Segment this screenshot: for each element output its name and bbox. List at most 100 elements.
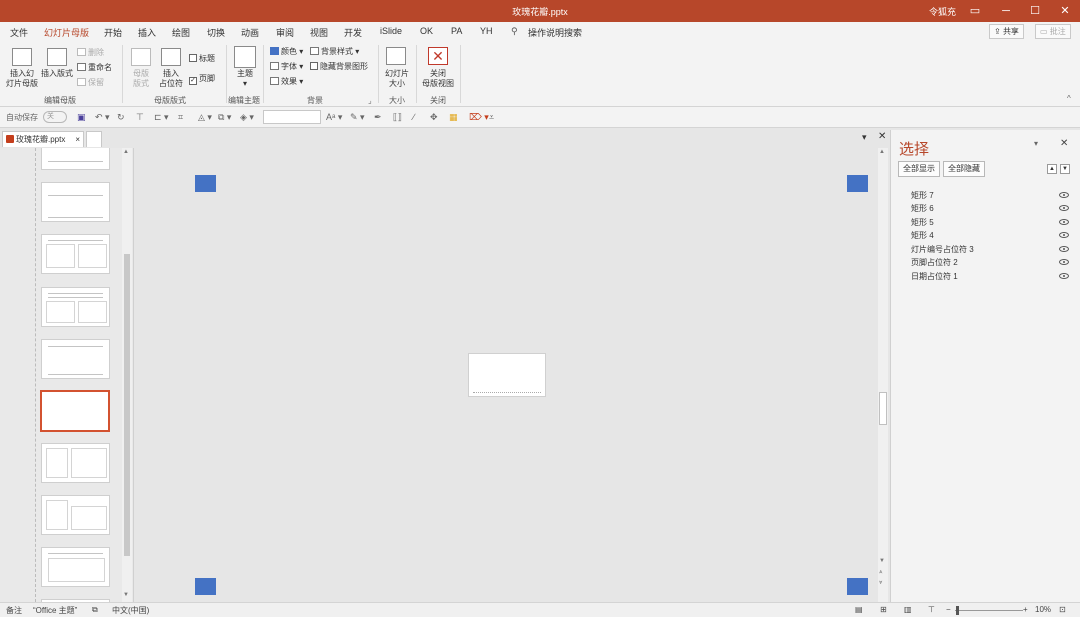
tab-review[interactable]: 审阅 [276,26,294,39]
selection-item[interactable]: 矩形 7 [911,190,934,201]
rectangle-shape-4[interactable] [847,578,868,595]
visibility-eye-icon[interactable] [1059,219,1069,225]
tab-developer[interactable]: 开发 [344,26,362,39]
show-all-button[interactable]: 全部显示 [898,161,940,177]
canvas-scrollbar-thumb[interactable] [879,392,887,425]
search-icon[interactable]: ⚲ [511,26,518,37]
send-backward-icon[interactable]: ▼ [1060,164,1070,174]
tab-home[interactable]: 开始 [104,26,122,39]
share-button[interactable]: ⇪ 共享 [989,24,1024,39]
align-icon[interactable]: ⊏ ▾ [154,112,169,123]
selection-item[interactable]: 矩形 5 [911,217,934,228]
customize-qat-icon[interactable]: ⩡ [489,112,494,123]
shape-fill-icon[interactable]: ◈ ▾ [240,112,254,123]
visibility-eye-icon[interactable] [1059,192,1069,198]
background-styles-button[interactable]: 背景样式 ▾ [310,46,359,57]
zoom-in-icon[interactable]: + [1023,605,1028,614]
slide-thumbnail-selected[interactable] [40,390,110,432]
text-effects-icon[interactable]: Aᵃ ▾ [326,112,342,123]
tab-islide[interactable]: iSlide [380,26,402,36]
new-tab-button[interactable] [86,131,102,147]
selection-item[interactable]: 日期占位符 1 [911,271,958,282]
fonts-button[interactable]: 字体 ▾ [270,61,303,72]
hide-all-button[interactable]: 全部隐藏 [943,161,985,177]
slideshow-icon[interactable]: ⊤ [928,605,935,614]
undo-icon[interactable]: ↶ ▾ [95,112,110,123]
pane-options-icon[interactable]: ▾ [1034,139,1038,148]
theme-dropdown-icon[interactable]: ▾ [230,79,260,89]
ribbon-display-icon[interactable]: ▭ [967,3,983,19]
visibility-eye-icon[interactable] [1059,246,1069,252]
minimize-icon[interactable]: ─ [998,3,1014,19]
slide-canvas[interactable]: ▲ ▼ ⩓ ⩔ [135,148,888,602]
format-painter-icon[interactable]: ⌦ ▾ [469,112,489,123]
visibility-eye-icon[interactable] [1059,273,1069,279]
theme-icon[interactable] [234,46,256,68]
edit-icon[interactable]: ✎ ▾ [350,112,365,123]
selection-item[interactable]: 矩形 6 [911,203,934,214]
canvas-scrollbar[interactable]: ▲ ▼ ⩓ ⩔ [878,148,888,602]
save-icon[interactable]: ▣ [77,112,86,123]
theme-button[interactable]: 主题 [230,69,260,79]
zoom-slider-thumb[interactable] [956,606,959,615]
layers-icon[interactable]: ▦ [449,112,458,123]
slide-thumbnail[interactable] [41,234,110,274]
close-tab-icon[interactable]: × [75,132,80,147]
reading-view-icon[interactable]: ▥ [904,605,912,614]
tab-animations[interactable]: 动画 [241,26,259,39]
tab-yh[interactable]: YH [480,26,493,36]
close-document-icon[interactable]: ✕ [878,131,886,142]
zoom-level[interactable]: 10% [1035,605,1051,614]
slide-thumbnail[interactable] [41,182,110,222]
close-pane-icon[interactable]: ✕ [1060,138,1068,149]
zoom-slider[interactable] [955,610,1023,611]
slide-size-button[interactable]: 幻灯片 大小 [381,69,413,89]
comments-button[interactable]: ▭ 批注 [1035,24,1071,39]
tab-file[interactable]: 文件 [10,26,28,39]
bring-forward-icon[interactable]: ▲ [1047,164,1057,174]
hide-background-checkbox[interactable]: 隐藏背景图形 [310,61,368,72]
language-status[interactable]: 中文(中国) [112,605,149,616]
slide-sorter-icon[interactable]: ⊞ [880,605,887,614]
insert-placeholder-button[interactable]: 插入 占位符 [153,69,189,89]
font-size-box[interactable] [263,110,321,124]
brush-icon[interactable]: ∕ [413,112,415,122]
tab-transitions[interactable]: 切换 [207,26,225,39]
tab-insert[interactable]: 插入 [138,26,156,39]
next-slide-icon[interactable]: ⩔ [879,580,882,587]
autosave-toggle[interactable]: 关 [43,111,67,123]
slide-size-icon[interactable] [386,47,406,65]
tab-dropdown-icon[interactable]: ▾ [862,132,867,143]
visibility-eye-icon[interactable] [1059,259,1069,265]
master-layout-icon[interactable] [131,48,151,66]
scroll-down-icon[interactable]: ▼ [123,592,129,598]
selection-item[interactable]: 页脚占位符 2 [911,257,958,268]
slide-thumbnail[interactable] [41,443,110,483]
insert-slide-master-icon[interactable] [12,48,32,66]
canvas-scroll-down-icon[interactable]: ▼ [879,558,885,564]
canvas-scroll-up-icon[interactable]: ▲ [879,149,885,155]
insert-layout-button[interactable]: 插入版式 [40,69,74,79]
visibility-eye-icon[interactable] [1059,205,1069,211]
insert-layout-icon[interactable] [47,48,67,66]
visibility-eye-icon[interactable] [1059,232,1069,238]
slide-thumbnail[interactable] [41,287,110,327]
tab-pa[interactable]: PA [451,26,462,36]
tab-ok[interactable]: OK [420,26,433,36]
title-checkbox[interactable]: 标题 [189,53,215,64]
delete-button[interactable]: 删除 [77,47,104,58]
tell-me-search[interactable]: 操作说明搜索 [528,26,582,39]
crop-icon[interactable]: ⌗ [178,112,183,123]
rectangle-shape-5[interactable] [195,578,216,595]
tab-view[interactable]: 视图 [310,26,328,39]
shape-icon[interactable]: ⧉ ▾ [218,112,231,123]
collapse-ribbon-icon[interactable]: ^ [1067,94,1071,103]
present-icon[interactable]: ⊤ [136,112,144,123]
zoom-out-icon[interactable]: − [946,605,951,614]
normal-view-icon[interactable]: ▤ [855,605,863,614]
document-tab[interactable]: 玫瑰花瓣.pptx × [2,131,84,147]
user-name[interactable]: 令狐充 [929,5,956,18]
background-dialog-launcher-icon[interactable]: ⌟ [368,96,372,105]
spell-check-icon[interactable]: ⧉ [92,605,98,615]
selection-item[interactable]: 矩形 4 [911,230,934,241]
